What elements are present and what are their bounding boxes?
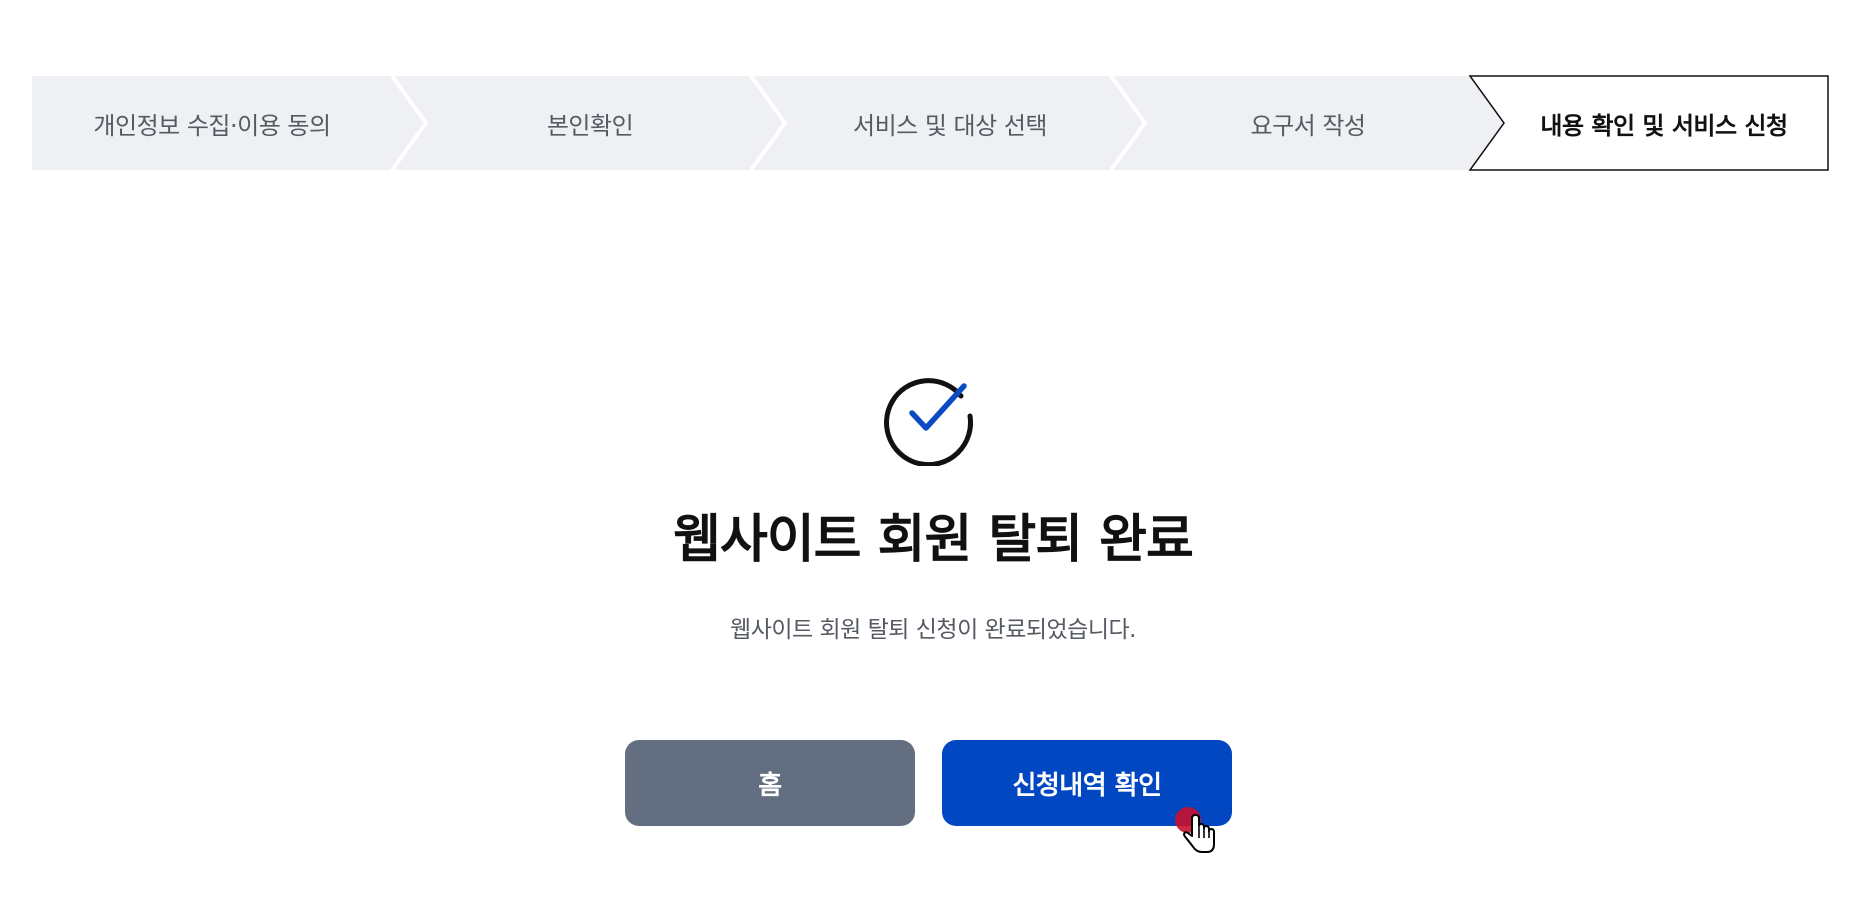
step-4-label: 요구서 작성	[1250, 111, 1366, 140]
hand-pointer-cursor-icon	[1174, 806, 1220, 856]
check-circle-icon	[878, 366, 978, 468]
step-5-label-active: 내용 확인 및 서비스 신청	[1540, 111, 1788, 140]
progress-stepper: 개인정보 수집·이용 동의 본인확인 서비스 및 대상 선택 요구서 작성 내용…	[0, 0, 1866, 200]
step-2-label: 본인확인	[546, 111, 634, 140]
page: 개인정보 수집·이용 동의 본인확인 서비스 및 대상 선택 요구서 작성 내용…	[0, 0, 1866, 898]
step-3-label: 서비스 및 대상 선택	[852, 111, 1048, 140]
result-title: 웹사이트 회원 탈퇴 완료	[673, 510, 1194, 570]
result-description: 웹사이트 회원 탈퇴 신청이 완료되었습니다.	[730, 617, 1136, 643]
step-1-label: 개인정보 수집·이용 동의	[93, 111, 331, 140]
home-button[interactable]: 홈	[625, 740, 915, 826]
